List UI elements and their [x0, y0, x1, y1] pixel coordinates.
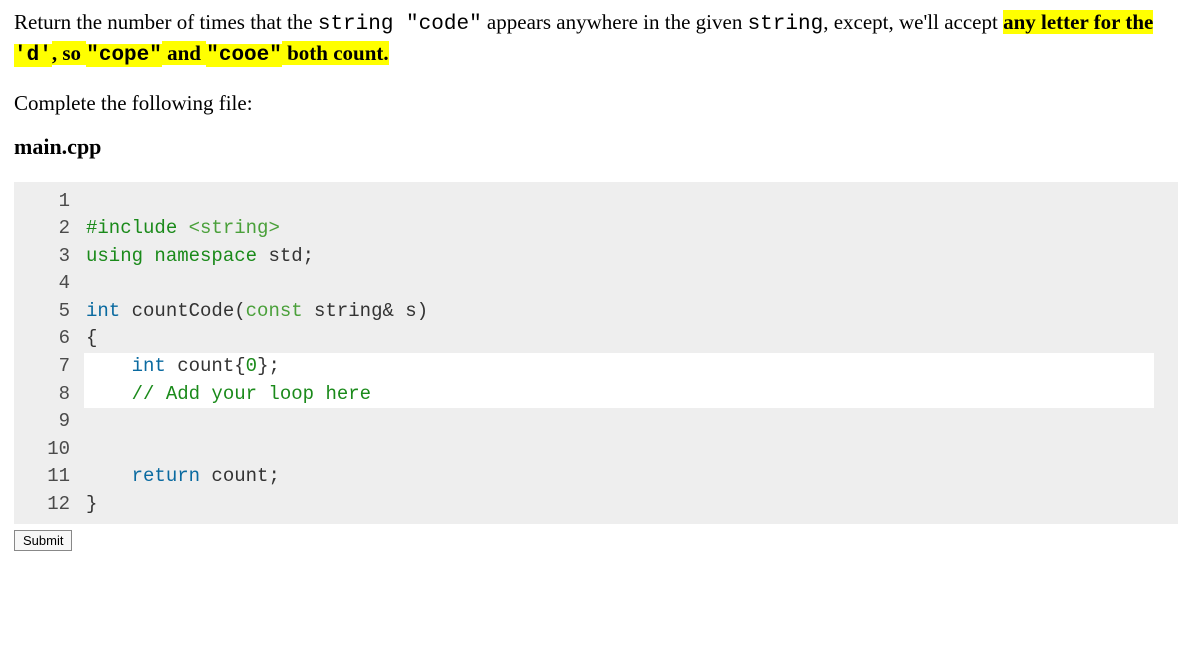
- code-line: 3 using namespace std;: [14, 243, 1178, 271]
- code-line: 6 {: [14, 325, 1178, 353]
- const-keyword: const: [246, 300, 303, 322]
- highlighted-text: both count.: [282, 41, 389, 65]
- indent: [86, 465, 132, 487]
- identifier: std: [268, 245, 302, 267]
- rest: & s): [382, 300, 428, 322]
- code-line: 12 }: [14, 491, 1178, 519]
- problem-text: , except, we'll accept: [823, 10, 1003, 34]
- line-number: 9: [14, 408, 86, 436]
- line-number: 6: [14, 325, 86, 353]
- code-line: 2 #include <string>: [14, 215, 1178, 243]
- indent: [86, 383, 132, 405]
- line-number: 8: [14, 381, 86, 409]
- brace: {: [86, 327, 97, 349]
- rest: };: [257, 355, 280, 377]
- include-path: <string>: [189, 217, 280, 239]
- page: Return the number of times that the stri…: [0, 0, 1192, 571]
- highlighted-text: , so: [52, 41, 86, 65]
- filename-heading: main.cpp: [14, 134, 1178, 160]
- keyword: using: [86, 245, 143, 267]
- code-content: #include <string>: [86, 215, 1178, 243]
- type-keyword: int: [132, 355, 166, 377]
- type-keyword: int: [86, 300, 120, 322]
- code-line: 9: [14, 408, 1178, 436]
- line-number: 5: [14, 298, 86, 326]
- problem-statement: Return the number of times that the stri…: [14, 8, 1178, 71]
- highlighted-code: 'd': [14, 44, 52, 67]
- number: 0: [246, 355, 257, 377]
- code-line: 4: [14, 270, 1178, 298]
- line-number: 2: [14, 215, 86, 243]
- complete-prompt: Complete the following file:: [14, 91, 1178, 116]
- code-line: 5 int countCode(const string& s): [14, 298, 1178, 326]
- line-number: 7: [14, 353, 86, 381]
- keyword: namespace: [154, 245, 257, 267]
- type: string: [303, 300, 383, 322]
- code-content: using namespace std;: [86, 243, 1178, 271]
- code-content: return count;: [86, 463, 1178, 491]
- inline-code: string "code": [318, 13, 482, 36]
- highlighted-code: "cope": [86, 44, 162, 67]
- preprocessor: #include: [86, 217, 177, 239]
- line-number: 10: [14, 436, 86, 464]
- problem-text: appears anywhere in the given: [482, 10, 748, 34]
- line-number: 4: [14, 270, 86, 298]
- code-content: int countCode(const string& s): [86, 298, 1178, 326]
- brace: }: [86, 493, 97, 515]
- rest: count;: [200, 465, 280, 487]
- line-number: 3: [14, 243, 86, 271]
- inline-code: string: [748, 13, 824, 36]
- code-line: 1: [14, 188, 1178, 216]
- editable-code[interactable]: int count{0};: [84, 353, 1154, 381]
- code-line: 7 int count{0};: [14, 353, 1178, 381]
- line-number: 1: [14, 188, 86, 216]
- problem-text: Return the number of times that the: [14, 10, 318, 34]
- indent: [86, 355, 132, 377]
- code-line: 10: [14, 436, 1178, 464]
- code-content: }: [86, 491, 1178, 519]
- submit-button[interactable]: Submit: [14, 530, 72, 551]
- punct: ;: [303, 245, 314, 267]
- code-block: 1 2 #include <string> 3 using namespace …: [14, 182, 1178, 525]
- highlighted-code: "cooe": [206, 44, 282, 67]
- highlighted-text: any letter for the: [1003, 10, 1153, 34]
- keyword: return: [132, 465, 200, 487]
- identifier: count{: [166, 355, 246, 377]
- comment: // Add your loop here: [132, 383, 371, 405]
- code-line: 11 return count;: [14, 463, 1178, 491]
- line-number: 12: [14, 491, 86, 519]
- identifier: countCode(: [120, 300, 245, 322]
- code-content: {: [86, 325, 1178, 353]
- line-number: 11: [14, 463, 86, 491]
- editable-code[interactable]: // Add your loop here: [84, 381, 1154, 409]
- highlighted-text: and: [162, 41, 206, 65]
- code-line: 8 // Add your loop here: [14, 381, 1178, 409]
